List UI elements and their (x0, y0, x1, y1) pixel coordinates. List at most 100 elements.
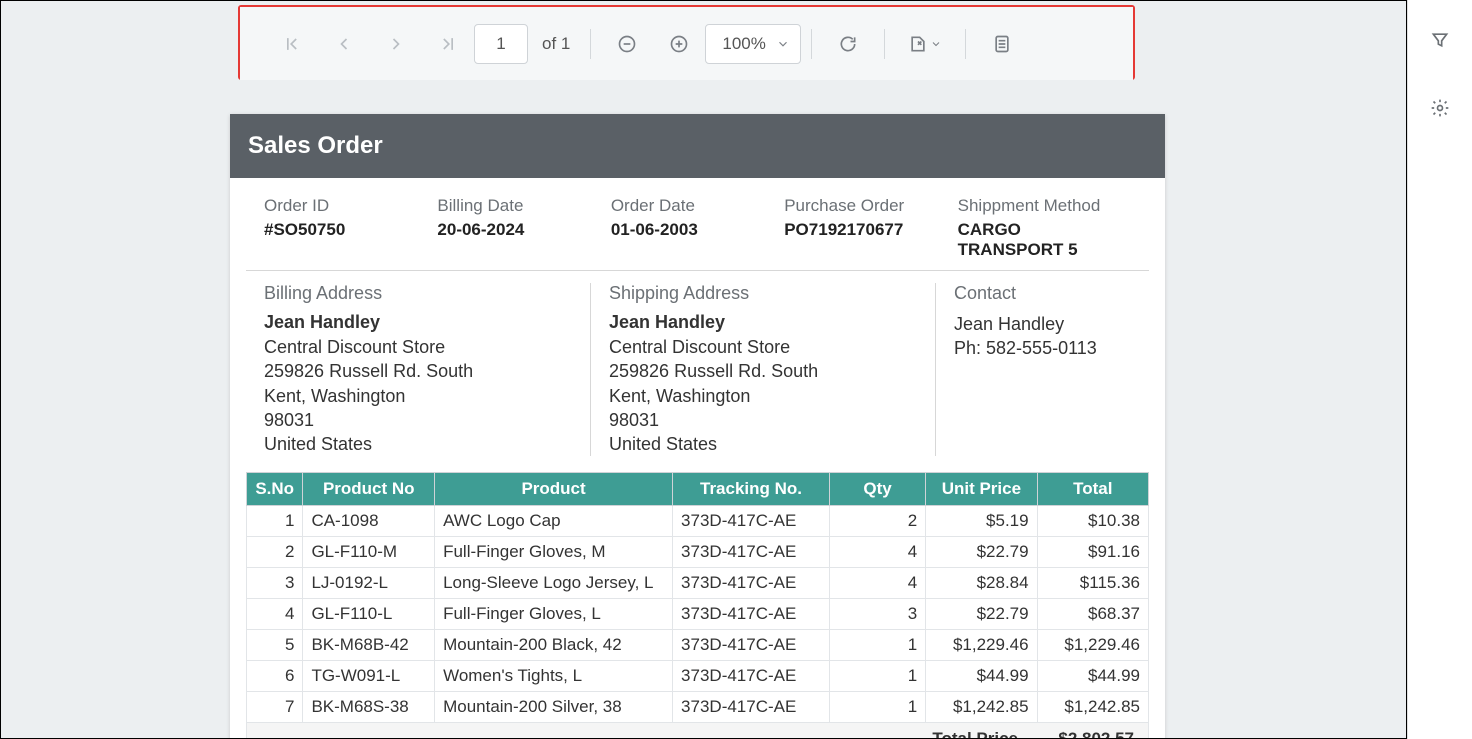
cell-product: Women's Tights, L (435, 661, 673, 692)
page-count-label: of 1 (542, 34, 570, 54)
cell-total: $115.36 (1037, 568, 1148, 599)
address-line: 259826 Russell Rd. South (609, 359, 917, 383)
table-row: 6TG-W091-LWomen's Tights, L373D-417C-AE1… (247, 661, 1149, 692)
cell-qty: 1 (830, 661, 926, 692)
address-title: Contact (954, 283, 1131, 304)
cell-product: Mountain-200 Black, 42 (435, 630, 673, 661)
first-page-button[interactable] (266, 18, 318, 70)
toolbar-separator (590, 29, 591, 59)
toolbar-separator (811, 29, 812, 59)
toolbar-highlight-frame: of 1 100% (238, 5, 1135, 80)
cell-unit-price: $22.79 (926, 599, 1037, 630)
cell-sno: 5 (247, 630, 303, 661)
chevron-down-icon (776, 37, 790, 51)
table-row: 3LJ-0192-LLong-Sleeve Logo Jersey, L373D… (247, 568, 1149, 599)
meta-value: PO7192170677 (784, 220, 957, 240)
cell-qty: 3 (830, 599, 926, 630)
report-title: Sales Order (230, 114, 1165, 178)
prev-page-button[interactable] (318, 18, 370, 70)
cell-product-no: CA-1098 (303, 506, 435, 537)
meta-billing-date: Billing Date 20-06-2024 (437, 196, 610, 260)
address-line: Kent, Washington (609, 384, 917, 408)
address-line: 98031 (264, 408, 572, 432)
toolbar-separator (965, 29, 966, 59)
report-document: Sales Order Order ID #SO50750 Billing Da… (230, 114, 1165, 739)
zoom-in-button[interactable] (653, 18, 705, 70)
last-page-button[interactable] (422, 18, 474, 70)
cell-product-no: BK-M68S-38 (303, 692, 435, 723)
col-unit-price: Unit Price (926, 473, 1037, 506)
meta-value: 20-06-2024 (437, 220, 610, 240)
col-product-no: Product No (303, 473, 435, 506)
col-sno: S.No (247, 473, 303, 506)
cell-product: Full-Finger Gloves, M (435, 537, 673, 568)
cell-product-no: GL-F110-L (303, 599, 435, 630)
col-qty: Qty (830, 473, 926, 506)
contact-phone: Ph: 582-555-0113 (954, 336, 1131, 360)
cell-product-no: TG-W091-L (303, 661, 435, 692)
address-name: Jean Handley (264, 312, 572, 333)
last-page-icon (438, 34, 458, 54)
cell-unit-price: $22.79 (926, 537, 1037, 568)
col-product: Product (435, 473, 673, 506)
total-price-label: Total Price (920, 723, 1030, 739)
filter-icon (1430, 30, 1450, 50)
viewer-toolbar: of 1 100% (240, 7, 1133, 80)
cell-sno: 7 (247, 692, 303, 723)
meta-label: Billing Date (437, 196, 610, 216)
items-table: S.No Product No Product Tracking No. Qty… (246, 472, 1149, 723)
table-row: 2GL-F110-MFull-Finger Gloves, M373D-417C… (247, 537, 1149, 568)
meta-ship-method: Shippment Method CARGO TRANSPORT 5 (958, 196, 1131, 260)
filter-button[interactable] (1414, 14, 1466, 66)
refresh-button[interactable] (822, 18, 874, 70)
table-row: 1CA-1098AWC Logo Cap373D-417C-AE2$5.19$1… (247, 506, 1149, 537)
side-tool-pane (1407, 0, 1472, 739)
chevron-right-icon (386, 34, 406, 54)
cell-total: $10.38 (1037, 506, 1148, 537)
page-setup-button[interactable] (976, 18, 1028, 70)
cell-unit-price: $1,242.85 (926, 692, 1037, 723)
export-button[interactable] (895, 18, 955, 70)
meta-value: CARGO TRANSPORT 5 (958, 220, 1131, 260)
address-title: Billing Address (264, 283, 572, 304)
zoom-out-button[interactable] (601, 18, 653, 70)
address-line: United States (264, 432, 572, 456)
page-number-input[interactable] (474, 24, 528, 64)
chevron-down-icon (930, 38, 942, 50)
meta-label: Order ID (264, 196, 437, 216)
toolbar-separator (884, 29, 885, 59)
cell-sno: 1 (247, 506, 303, 537)
meta-order-id: Order ID #SO50750 (264, 196, 437, 260)
cell-tracking: 373D-417C-AE (673, 568, 830, 599)
zoom-select[interactable]: 100% (705, 24, 800, 64)
total-price-value: $2,802.57 (1030, 723, 1148, 739)
meta-value: #SO50750 (264, 220, 437, 240)
address-line: Central Discount Store (609, 335, 917, 359)
cell-product: Full-Finger Gloves, L (435, 599, 673, 630)
table-row: 4GL-F110-LFull-Finger Gloves, L373D-417C… (247, 599, 1149, 630)
cell-sno: 6 (247, 661, 303, 692)
cell-tracking: 373D-417C-AE (673, 630, 830, 661)
order-meta-row: Order ID #SO50750 Billing Date 20-06-202… (246, 178, 1149, 271)
meta-label: Shippment Method (958, 196, 1131, 216)
address-title: Shipping Address (609, 283, 917, 304)
cell-product-no: GL-F110-M (303, 537, 435, 568)
first-page-icon (282, 34, 302, 54)
contact-col: Contact Jean Handley Ph: 582-555-0113 (936, 283, 1149, 456)
cell-tracking: 373D-417C-AE (673, 506, 830, 537)
zoom-in-icon (669, 34, 689, 54)
settings-button[interactable] (1414, 82, 1466, 134)
zoom-out-icon (617, 34, 637, 54)
cell-total: $68.37 (1037, 599, 1148, 630)
meta-purchase-order: Purchase Order PO7192170677 (784, 196, 957, 260)
cell-unit-price: $5.19 (926, 506, 1037, 537)
meta-label: Order Date (611, 196, 784, 216)
cell-total: $1,229.46 (1037, 630, 1148, 661)
next-page-button[interactable] (370, 18, 422, 70)
address-name: Jean Handley (609, 312, 917, 333)
cell-product-no: LJ-0192-L (303, 568, 435, 599)
meta-label: Purchase Order (784, 196, 957, 216)
cell-qty: 4 (830, 568, 926, 599)
address-row: Billing Address Jean Handley Central Dis… (230, 271, 1165, 472)
refresh-icon (838, 34, 858, 54)
